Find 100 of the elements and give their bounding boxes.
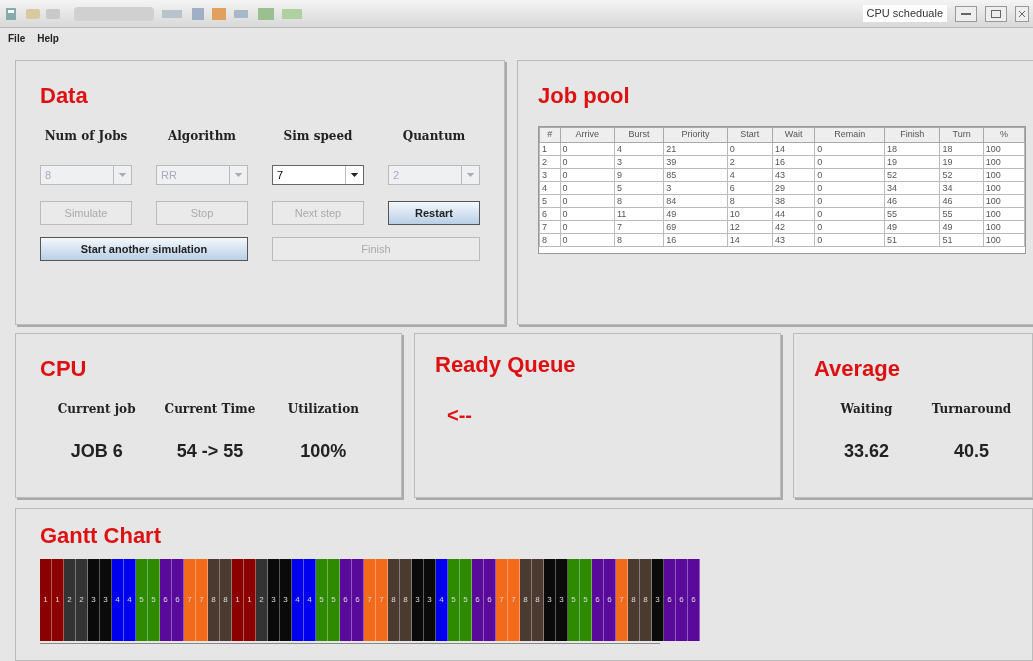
gantt-block: 7 xyxy=(508,559,520,641)
minimize-button[interactable] xyxy=(955,5,977,22)
gantt-block: 3 xyxy=(412,559,424,641)
field-label: Sim speed xyxy=(282,128,354,145)
table-cell: 39 xyxy=(663,155,728,169)
table-cell: 52 xyxy=(884,168,940,182)
maximize-button[interactable] xyxy=(985,5,1007,22)
table-cell: 0 xyxy=(560,194,615,208)
gantt-block: 5 xyxy=(148,559,160,641)
gantt-block: 7 xyxy=(616,559,628,641)
field-label: Algorithm xyxy=(166,128,238,145)
panel-title: Ready Queue xyxy=(435,354,577,376)
gantt-block: 5 xyxy=(448,559,460,641)
action-button[interactable]: Restart xyxy=(388,201,480,225)
table-cell: 16 xyxy=(663,233,728,247)
table-cell: 0 xyxy=(560,207,615,221)
stat-label: Turnaround xyxy=(931,401,1012,418)
close-icon xyxy=(1018,9,1026,18)
column-header[interactable]: # xyxy=(539,127,561,143)
table-cell: 9 xyxy=(614,168,664,182)
table-cell: 4 xyxy=(539,181,561,195)
table-cell: 51 xyxy=(884,233,940,247)
table-cell: 100 xyxy=(983,155,1025,169)
dropdown[interactable]: 7 xyxy=(272,165,364,185)
table-cell: 6 xyxy=(727,181,773,195)
table-cell: 8 xyxy=(614,194,664,208)
gantt-block: 7 xyxy=(376,559,388,641)
table-cell: 85 xyxy=(663,168,728,182)
field-label: Quantum xyxy=(401,128,467,145)
table-cell: 38 xyxy=(772,194,815,208)
gantt-block: 6 xyxy=(676,559,688,641)
table-cell: 0 xyxy=(814,142,885,156)
table-cell: 18 xyxy=(939,142,984,156)
gantt-block: 8 xyxy=(640,559,652,641)
gantt-block: 3 xyxy=(652,559,664,641)
stat-label: Current Time xyxy=(164,401,256,418)
panel-title: Gantt Chart xyxy=(40,525,162,547)
table-cell: 8 xyxy=(727,194,773,208)
table-cell: 0 xyxy=(560,142,615,156)
table-cell: 19 xyxy=(939,155,984,169)
column-header[interactable]: Remain xyxy=(814,127,885,143)
gantt-block: 5 xyxy=(328,559,340,641)
table-cell: 4 xyxy=(727,168,773,182)
column-header[interactable]: % xyxy=(983,127,1025,143)
gantt-block: 2 xyxy=(76,559,88,641)
table-cell: 2 xyxy=(727,155,773,169)
column-header[interactable]: Arrive xyxy=(560,127,615,143)
table-cell: 100 xyxy=(983,233,1025,247)
table-cell: 100 xyxy=(983,220,1025,234)
gantt-block: 4 xyxy=(112,559,124,641)
gantt-block: 3 xyxy=(544,559,556,641)
column-header[interactable]: Burst xyxy=(614,127,664,143)
gantt-block: 6 xyxy=(472,559,484,641)
table-cell: 0 xyxy=(814,233,885,247)
table-cell: 55 xyxy=(884,207,940,221)
column-header[interactable]: Turn xyxy=(939,127,984,143)
menu-item[interactable]: File xyxy=(8,30,26,46)
stat-value: 100% xyxy=(300,440,347,463)
gantt-block: 4 xyxy=(304,559,316,641)
table-cell: 5 xyxy=(539,194,561,208)
gantt-block: 6 xyxy=(172,559,184,641)
gantt-block: 6 xyxy=(352,559,364,641)
table-cell: 49 xyxy=(939,220,984,234)
gantt-block: 6 xyxy=(592,559,604,641)
action-button[interactable]: Start another simulation xyxy=(40,237,248,261)
table-cell: 49 xyxy=(663,207,728,221)
table-cell: 21 xyxy=(663,142,728,156)
table-cell: 43 xyxy=(772,168,815,182)
table-cell: 11 xyxy=(614,207,664,221)
table-cell: 100 xyxy=(983,207,1025,221)
field-label: Num of Jobs xyxy=(43,128,129,145)
table-cell: 100 xyxy=(983,168,1025,182)
gantt-block: 7 xyxy=(496,559,508,641)
gantt-block: 6 xyxy=(604,559,616,641)
menu-item[interactable]: Help xyxy=(37,30,59,46)
table-cell: 7 xyxy=(614,220,664,234)
table-cell: 51 xyxy=(939,233,984,247)
gantt-block: 2 xyxy=(64,559,76,641)
table-cell: 100 xyxy=(983,194,1025,208)
gantt-block: 3 xyxy=(100,559,112,641)
table-cell: 0 xyxy=(814,155,885,169)
column-header[interactable]: Finish xyxy=(884,127,940,143)
table-cell: 5 xyxy=(614,181,664,195)
gantt-block: 1 xyxy=(244,559,256,641)
dropdown-value: 2 xyxy=(392,168,401,183)
table-cell: 84 xyxy=(663,194,728,208)
column-header[interactable]: Start xyxy=(727,127,773,143)
gantt-block: 1 xyxy=(52,559,64,641)
gantt-block: 7 xyxy=(364,559,376,641)
table-cell: 46 xyxy=(884,194,940,208)
table-cell: 0 xyxy=(560,181,615,195)
table-cell: 14 xyxy=(772,142,815,156)
gantt-block: 5 xyxy=(568,559,580,641)
stat-label: Current job xyxy=(57,401,136,418)
table-cell: 69 xyxy=(663,220,728,234)
close-button[interactable] xyxy=(1015,5,1029,22)
table-cell: 52 xyxy=(939,168,984,182)
column-header[interactable]: Wait xyxy=(772,127,815,143)
table-cell: 7 xyxy=(539,220,561,234)
column-header[interactable]: Priority xyxy=(663,127,728,143)
